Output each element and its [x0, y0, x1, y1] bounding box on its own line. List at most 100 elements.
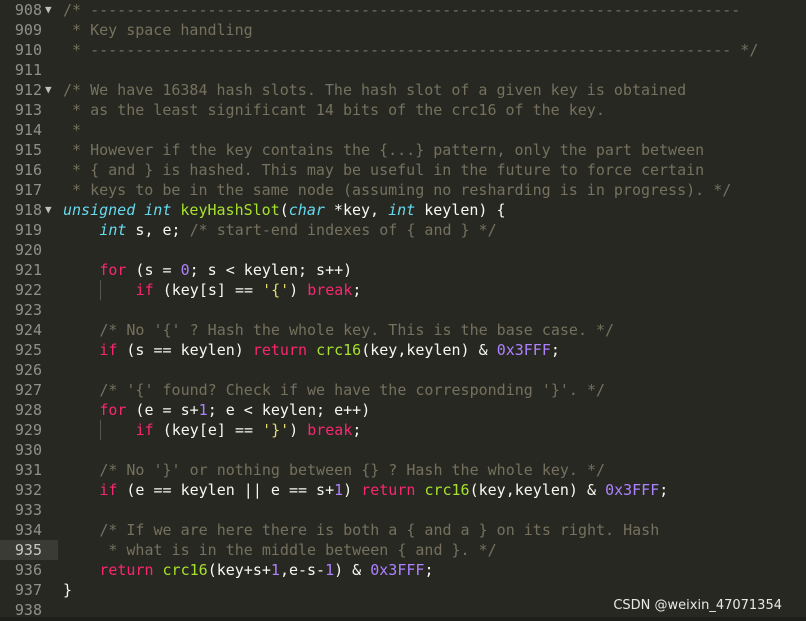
- line-number: 924: [14, 321, 42, 339]
- code-line[interactable]: 913 * as the least significant 14 bits o…: [0, 100, 806, 120]
- line-number: 932: [14, 481, 42, 499]
- code-token-plain: (: [279, 201, 289, 219]
- line-number: 935: [14, 541, 42, 559]
- code-text: if (s == keylen) return crc16(key,keylen…: [99, 340, 560, 360]
- code-token-comment: * --------------------------------------…: [63, 41, 759, 59]
- code-token-plain: s, e;: [126, 221, 190, 239]
- code-line[interactable]: 935 * what is in the middle between { an…: [0, 540, 806, 560]
- line-number: 933: [14, 501, 42, 519]
- code-token-comment: /* If we are here there is both a { and …: [99, 521, 660, 539]
- code-line[interactable]: 923: [0, 300, 806, 320]
- code-text: /* No '{' ? Hash the whole key. This is …: [99, 320, 614, 340]
- bottom-edge: [0, 617, 806, 621]
- line-number: 937: [14, 581, 42, 599]
- code-token-comment: /* No '}' or nothing between {} ? Hash t…: [99, 461, 606, 479]
- code-line[interactable]: 931 /* No '}' or nothing between {} ? Has…: [0, 460, 806, 480]
- code-editor[interactable]: 908 ▼/* ---------------------------------…: [0, 0, 806, 621]
- code-token-type: int: [99, 221, 127, 239]
- code-token-number: 0: [180, 261, 190, 279]
- fold-arrow-icon[interactable]: ▼: [45, 80, 55, 100]
- fold-arrow-icon[interactable]: ▼: [45, 200, 55, 220]
- code-line[interactable]: 929 if (key[e] == '}') break;: [0, 420, 806, 440]
- code-line[interactable]: 932 if (e == keylen || e == s+1) return c…: [0, 480, 806, 500]
- code-line[interactable]: 918 ▼ unsigned int keyHashSlot(char *key, …: [0, 200, 806, 220]
- code-token-comment: /* No '{' ? Hash the whole key. This is …: [99, 321, 615, 339]
- code-line[interactable]: 920: [0, 240, 806, 260]
- code-line[interactable]: 928 for (e = s+1; e < keylen; e++): [0, 400, 806, 420]
- line-number: 925: [14, 341, 42, 359]
- code-line[interactable]: 911: [0, 60, 806, 80]
- indent-guide: [100, 280, 102, 300]
- code-token-comment: /* start-end indexes of { and } */: [189, 221, 497, 239]
- code-token-plain: *key,: [324, 201, 389, 219]
- code-token-func: crc16: [316, 341, 362, 359]
- code-token-string: '}': [262, 421, 290, 439]
- code-line[interactable]: 936 return crc16(key+s+1,e-s-1) & 0x3FFF;: [0, 560, 806, 580]
- code-line[interactable]: 922 if (key[s] == '{') break;: [0, 280, 806, 300]
- code-token-number: 1: [325, 561, 335, 579]
- code-text: * Key space handling: [63, 20, 253, 40]
- code-line[interactable]: 917 * keys to be in the same node (assum…: [0, 180, 806, 200]
- code-line[interactable]: 934 /* If we are here there is both a { a…: [0, 520, 806, 540]
- code-token-keyword: return: [99, 561, 154, 579]
- code-line[interactable]: 915 * However if the key contains the {.…: [0, 140, 806, 160]
- code-line[interactable]: 914 *: [0, 120, 806, 140]
- code-token-func: crc16: [162, 561, 208, 579]
- code-text: /* -------------------------------------…: [63, 0, 740, 20]
- code-token-number: 0x3FFF: [370, 561, 425, 579]
- code-token-keyword: if: [99, 481, 118, 499]
- code-token-number: 0x3FFF: [496, 341, 551, 359]
- code-token-plain: ;: [352, 421, 362, 439]
- code-token-keyword: break: [307, 281, 353, 299]
- line-number: 926: [14, 361, 42, 379]
- line-number: 910: [14, 41, 42, 59]
- code-line[interactable]: 927 /* '{' found? Check if we have the co…: [0, 380, 806, 400]
- code-text: * --------------------------------------…: [63, 40, 758, 60]
- code-line[interactable]: 916 * { and } is hashed. This may be use…: [0, 160, 806, 180]
- code-token-plain: (s =: [126, 261, 181, 279]
- code-token-plain: ,e-s-: [279, 561, 326, 579]
- code-line[interactable]: 919 int s, e; /* start-end indexes of { a…: [0, 220, 806, 240]
- code-text: * keys to be in the same node (assuming …: [63, 180, 731, 200]
- code-line[interactable]: 925 if (s == keylen) return crc16(key,key…: [0, 340, 806, 360]
- code-token-keyword: for: [99, 261, 127, 279]
- line-number: 918: [14, 201, 42, 219]
- line-number: 915: [14, 141, 42, 159]
- code-text: /* '{' found? Check if we have the corre…: [99, 380, 605, 400]
- code-token-plain: keylen) {: [415, 201, 506, 219]
- code-token-plain: ) &: [334, 561, 371, 579]
- code-token-plain: (s == keylen): [117, 341, 253, 359]
- code-token-plain: (e = s+: [126, 401, 199, 419]
- code-line[interactable]: 926: [0, 360, 806, 380]
- code-token-plain: (e == keylen || e == s+: [117, 481, 335, 499]
- code-line[interactable]: 909 * Key space handling: [0, 20, 806, 40]
- fold-arrow-icon[interactable]: ▼: [45, 0, 55, 20]
- code-token-plain: ): [289, 281, 308, 299]
- code-token-plain: ;: [659, 481, 669, 499]
- line-number: 909: [14, 21, 42, 39]
- code-line[interactable]: 912 ▼ /* We have 16384 hash slots. The has…: [0, 80, 806, 100]
- line-number: 934: [14, 521, 42, 539]
- line-number: 908: [14, 1, 42, 19]
- code-token-number: 1: [198, 401, 208, 419]
- code-text: for (s = 0; s < keylen; s++): [99, 260, 352, 280]
- code-token-comment: * Key space handling: [63, 21, 253, 39]
- code-text: * However if the key contains the {...} …: [63, 140, 704, 160]
- code-token-comment: * keys to be in the same node (assuming …: [63, 181, 732, 199]
- code-line[interactable]: 933: [0, 500, 806, 520]
- code-line[interactable]: 921 for (s = 0; s < keylen; s++): [0, 260, 806, 280]
- code-token-comment: * what is in the middle between { and }.…: [99, 541, 497, 559]
- code-token-plain: (key[s] ==: [153, 281, 263, 299]
- code-text: for (e = s+1; e < keylen; e++): [99, 400, 370, 420]
- code-line[interactable]: 908 ▼ /* ---------------------------------…: [0, 0, 806, 20]
- code-token-plain: ): [289, 421, 308, 439]
- code-line[interactable]: 910 * ----------------------------------…: [0, 40, 806, 60]
- code-text: * what is in the middle between { and }.…: [99, 540, 496, 560]
- code-line[interactable]: 937}: [0, 580, 806, 600]
- code-token-plain: ; e < keylen; e++): [207, 401, 371, 419]
- code-line[interactable]: 924 /* No '{' ? Hash the whole key. This …: [0, 320, 806, 340]
- code-token-keyword: return: [361, 481, 416, 499]
- code-line[interactable]: 930: [0, 440, 806, 460]
- code-token-comment: /* We have 16384 hash slots. The hash sl…: [63, 81, 687, 99]
